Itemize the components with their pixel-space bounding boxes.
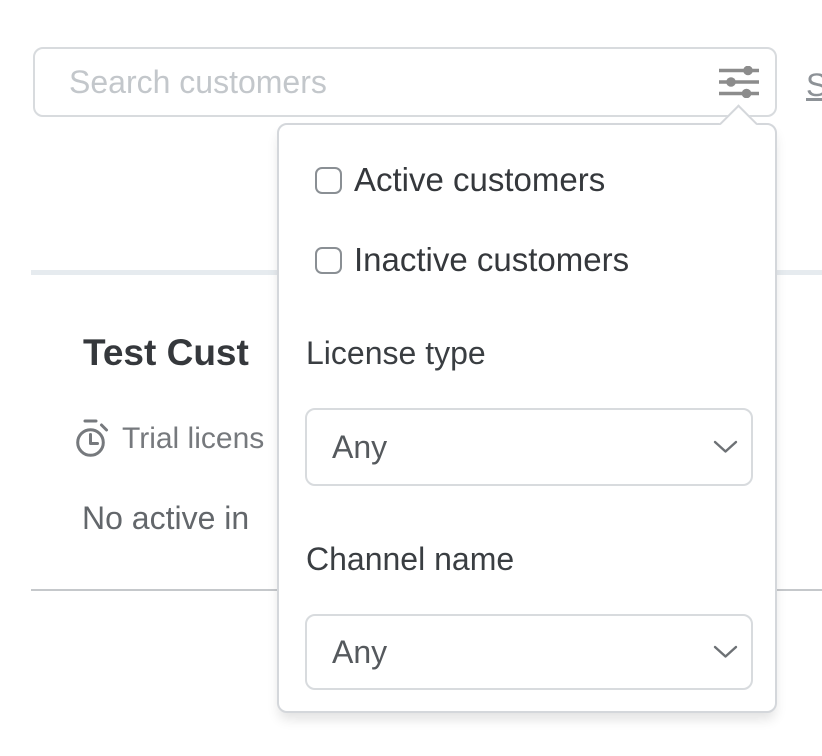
customer-license-row: Trial licens <box>76 419 264 458</box>
search-input[interactable] <box>33 47 777 117</box>
sliders-icon <box>718 66 760 98</box>
customer-license-label: Trial licens <box>122 422 264 456</box>
active-customers-option[interactable]: Active customers <box>315 161 605 199</box>
popover-content: Active customers Inactive customers Lice… <box>279 125 775 711</box>
chevron-down-icon <box>713 645 738 659</box>
chevron-down-icon <box>713 440 738 454</box>
filter-button[interactable] <box>715 62 763 102</box>
filter-popover: Active customers Inactive customers Lice… <box>277 123 777 713</box>
license-type-label: License type <box>306 335 486 372</box>
channel-name-select[interactable]: Any <box>305 614 753 690</box>
channel-name-label: Channel name <box>306 541 514 578</box>
customers-page: S Test Cust Trial licens No active in Ac… <box>0 0 822 756</box>
active-customers-label: Active customers <box>354 161 605 199</box>
channel-name-value: Any <box>332 634 387 671</box>
timer-icon <box>76 419 109 458</box>
search-bar <box>33 47 777 117</box>
customer-status: No active in <box>82 500 249 537</box>
inactive-customers-option[interactable]: Inactive customers <box>315 241 629 279</box>
sort-link[interactable]: S <box>806 67 822 104</box>
inactive-customers-checkbox[interactable] <box>315 247 342 274</box>
active-customers-checkbox[interactable] <box>315 167 342 194</box>
inactive-customers-label: Inactive customers <box>354 241 629 279</box>
license-type-value: Any <box>332 429 387 466</box>
license-type-select[interactable]: Any <box>305 408 753 486</box>
customer-name: Test Cust <box>83 332 249 374</box>
